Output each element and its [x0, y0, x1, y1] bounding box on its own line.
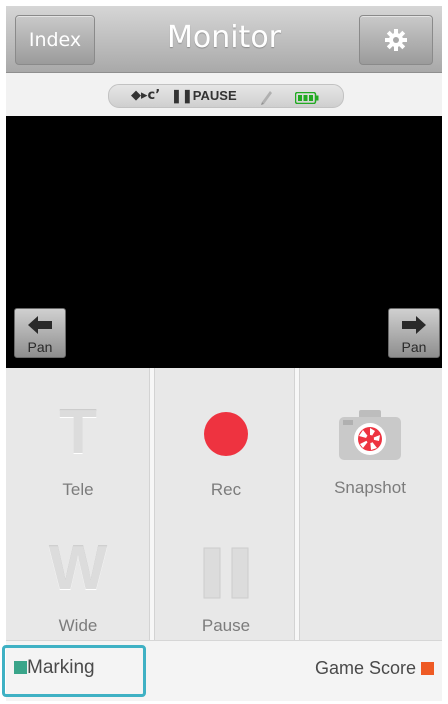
marking-label: Marking	[27, 657, 95, 678]
record-button[interactable]: Rec	[156, 368, 296, 504]
column-divider	[149, 368, 155, 640]
arrow-right-icon	[402, 316, 426, 334]
camera-icon	[339, 410, 401, 460]
header-bar: Index Monitor	[6, 6, 442, 73]
arrow-left-icon	[28, 316, 52, 334]
game-score-label: Game Score	[314, 658, 416, 678]
tele-icon: T	[59, 398, 97, 467]
tele-button[interactable]: T Tele	[8, 368, 148, 504]
pan-left-button[interactable]: Pan	[14, 308, 66, 358]
game-score-button[interactable]: Game Score	[315, 656, 434, 680]
tele-label: Tele	[62, 480, 94, 499]
pause-icon	[203, 547, 249, 599]
connection-icon: ◆▸c’	[131, 88, 161, 103]
pause-status: ❚❚PAUSE	[171, 88, 237, 103]
snapshot-label: Snapshot	[334, 478, 406, 497]
rec-label: Rec	[210, 480, 242, 499]
status-bar: ◆▸c’ ❚❚PAUSE	[108, 84, 344, 108]
app-screen: Index Monitor ◆▸c’ ❚❚PAUSE Pan Pan T Tel…	[2, 6, 442, 701]
index-button[interactable]: Index	[15, 15, 95, 65]
camera-viewer[interactable]: Pan Pan	[6, 116, 442, 368]
wide-icon: W	[48, 534, 108, 603]
pan-right-button[interactable]: Pan	[388, 308, 440, 358]
marking-square-icon	[14, 661, 27, 674]
pen-icon	[259, 85, 275, 107]
pan-left-label: Pan	[27, 339, 53, 355]
wide-button[interactable]: W Wide	[8, 504, 148, 640]
footer-bar: Marking Game Score	[2, 640, 442, 701]
snapshot-button[interactable]: Snapshot	[300, 368, 440, 504]
game-score-square-icon	[421, 662, 434, 675]
page-title: Monitor	[166, 20, 282, 55]
pan-right-label: Pan	[401, 339, 427, 355]
record-icon	[204, 412, 248, 456]
pause-button[interactable]: Pause	[156, 504, 296, 640]
settings-button[interactable]	[359, 15, 433, 65]
marking-button[interactable]: Marking	[14, 656, 95, 680]
control-panel: T Tele Rec Snapshot W Wide Pause	[6, 368, 442, 640]
pause-label: Pause	[201, 616, 251, 635]
wide-label: Wide	[58, 616, 98, 635]
status-strip: ◆▸c’ ❚❚PAUSE	[6, 73, 442, 116]
gear-icon	[385, 29, 407, 51]
battery-icon	[294, 90, 319, 105]
